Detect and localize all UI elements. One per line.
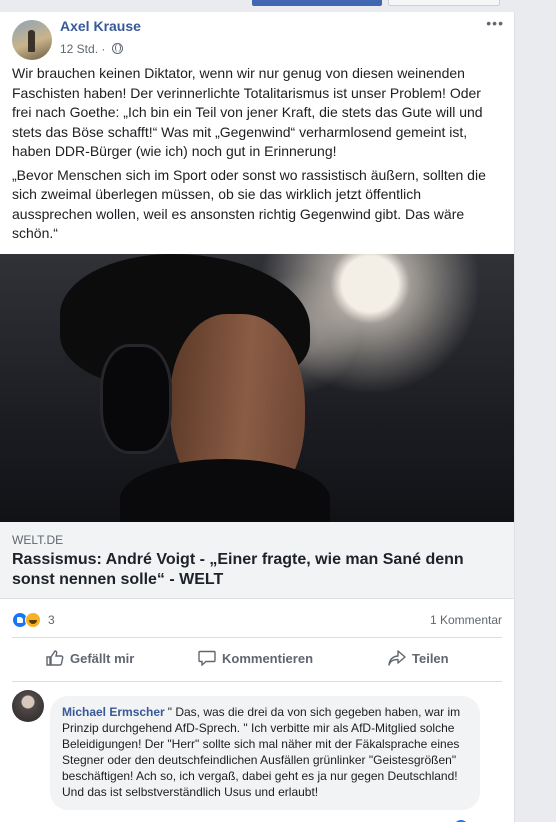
- comment-bubble: Michael Ermscher " Das, was die drei da v…: [50, 696, 480, 810]
- comment-count[interactable]: 1 Kommentar: [430, 613, 502, 627]
- globe-icon: [111, 43, 123, 54]
- comment-bubble-icon: [198, 650, 216, 667]
- author-avatar[interactable]: [12, 20, 52, 60]
- top-primary-button[interactable]: [252, 0, 382, 6]
- post-text: Wir brauchen keinen Diktator, wenn wir n…: [12, 64, 498, 248]
- post-paragraph: „Bevor Menschen sich im Sport oder sonst…: [12, 166, 486, 242]
- image-headphone: [100, 344, 172, 454]
- share-label: Teilen: [412, 651, 449, 666]
- post-paragraph: Wir brauchen keinen Diktator, wenn wir n…: [12, 65, 483, 159]
- link-preview-box[interactable]: WELT.DE Rassismus: André Voigt - „Einer …: [0, 522, 514, 599]
- post-time[interactable]: 12 Std. ·: [60, 42, 105, 56]
- link-title[interactable]: Rassismus: André Voigt - „Einer fragte, …: [12, 550, 492, 590]
- link-preview-image[interactable]: [0, 254, 514, 522]
- share-button[interactable]: Teilen: [388, 650, 449, 666]
- commenter-name[interactable]: Michael Ermscher: [62, 705, 165, 719]
- feed-post: Axel Krause 12 Std. · ••• Wir brauchen k…: [0, 12, 515, 822]
- commenter-avatar[interactable]: [12, 690, 44, 722]
- post-meta: 12 Std. ·: [60, 42, 123, 56]
- share-arrow-icon: [388, 650, 406, 666]
- like-button[interactable]: Gefällt mir: [46, 650, 134, 666]
- more-options-icon[interactable]: •••: [486, 16, 504, 30]
- comment-text: " Das, was die drei da von sich gegeben …: [62, 705, 461, 799]
- comment-button[interactable]: Kommentieren: [198, 650, 314, 667]
- post-header: Axel Krause 12 Std. · •••: [12, 16, 504, 60]
- comment-label: Kommentieren: [222, 651, 314, 666]
- top-secondary-button[interactable]: [388, 0, 500, 6]
- comment-reactions[interactable]: 2: [454, 818, 477, 822]
- post-actions: Gefällt mir Kommentieren Teilen: [12, 637, 502, 682]
- author-name[interactable]: Axel Krause: [60, 18, 141, 34]
- like-label: Gefällt mir: [70, 651, 135, 666]
- link-domain: WELT.DE: [12, 533, 64, 547]
- reaction-count[interactable]: 3: [48, 613, 55, 627]
- thumbs-up-icon: [46, 650, 64, 666]
- image-shoulders: [120, 459, 330, 522]
- haha-reaction-icon: [25, 612, 41, 628]
